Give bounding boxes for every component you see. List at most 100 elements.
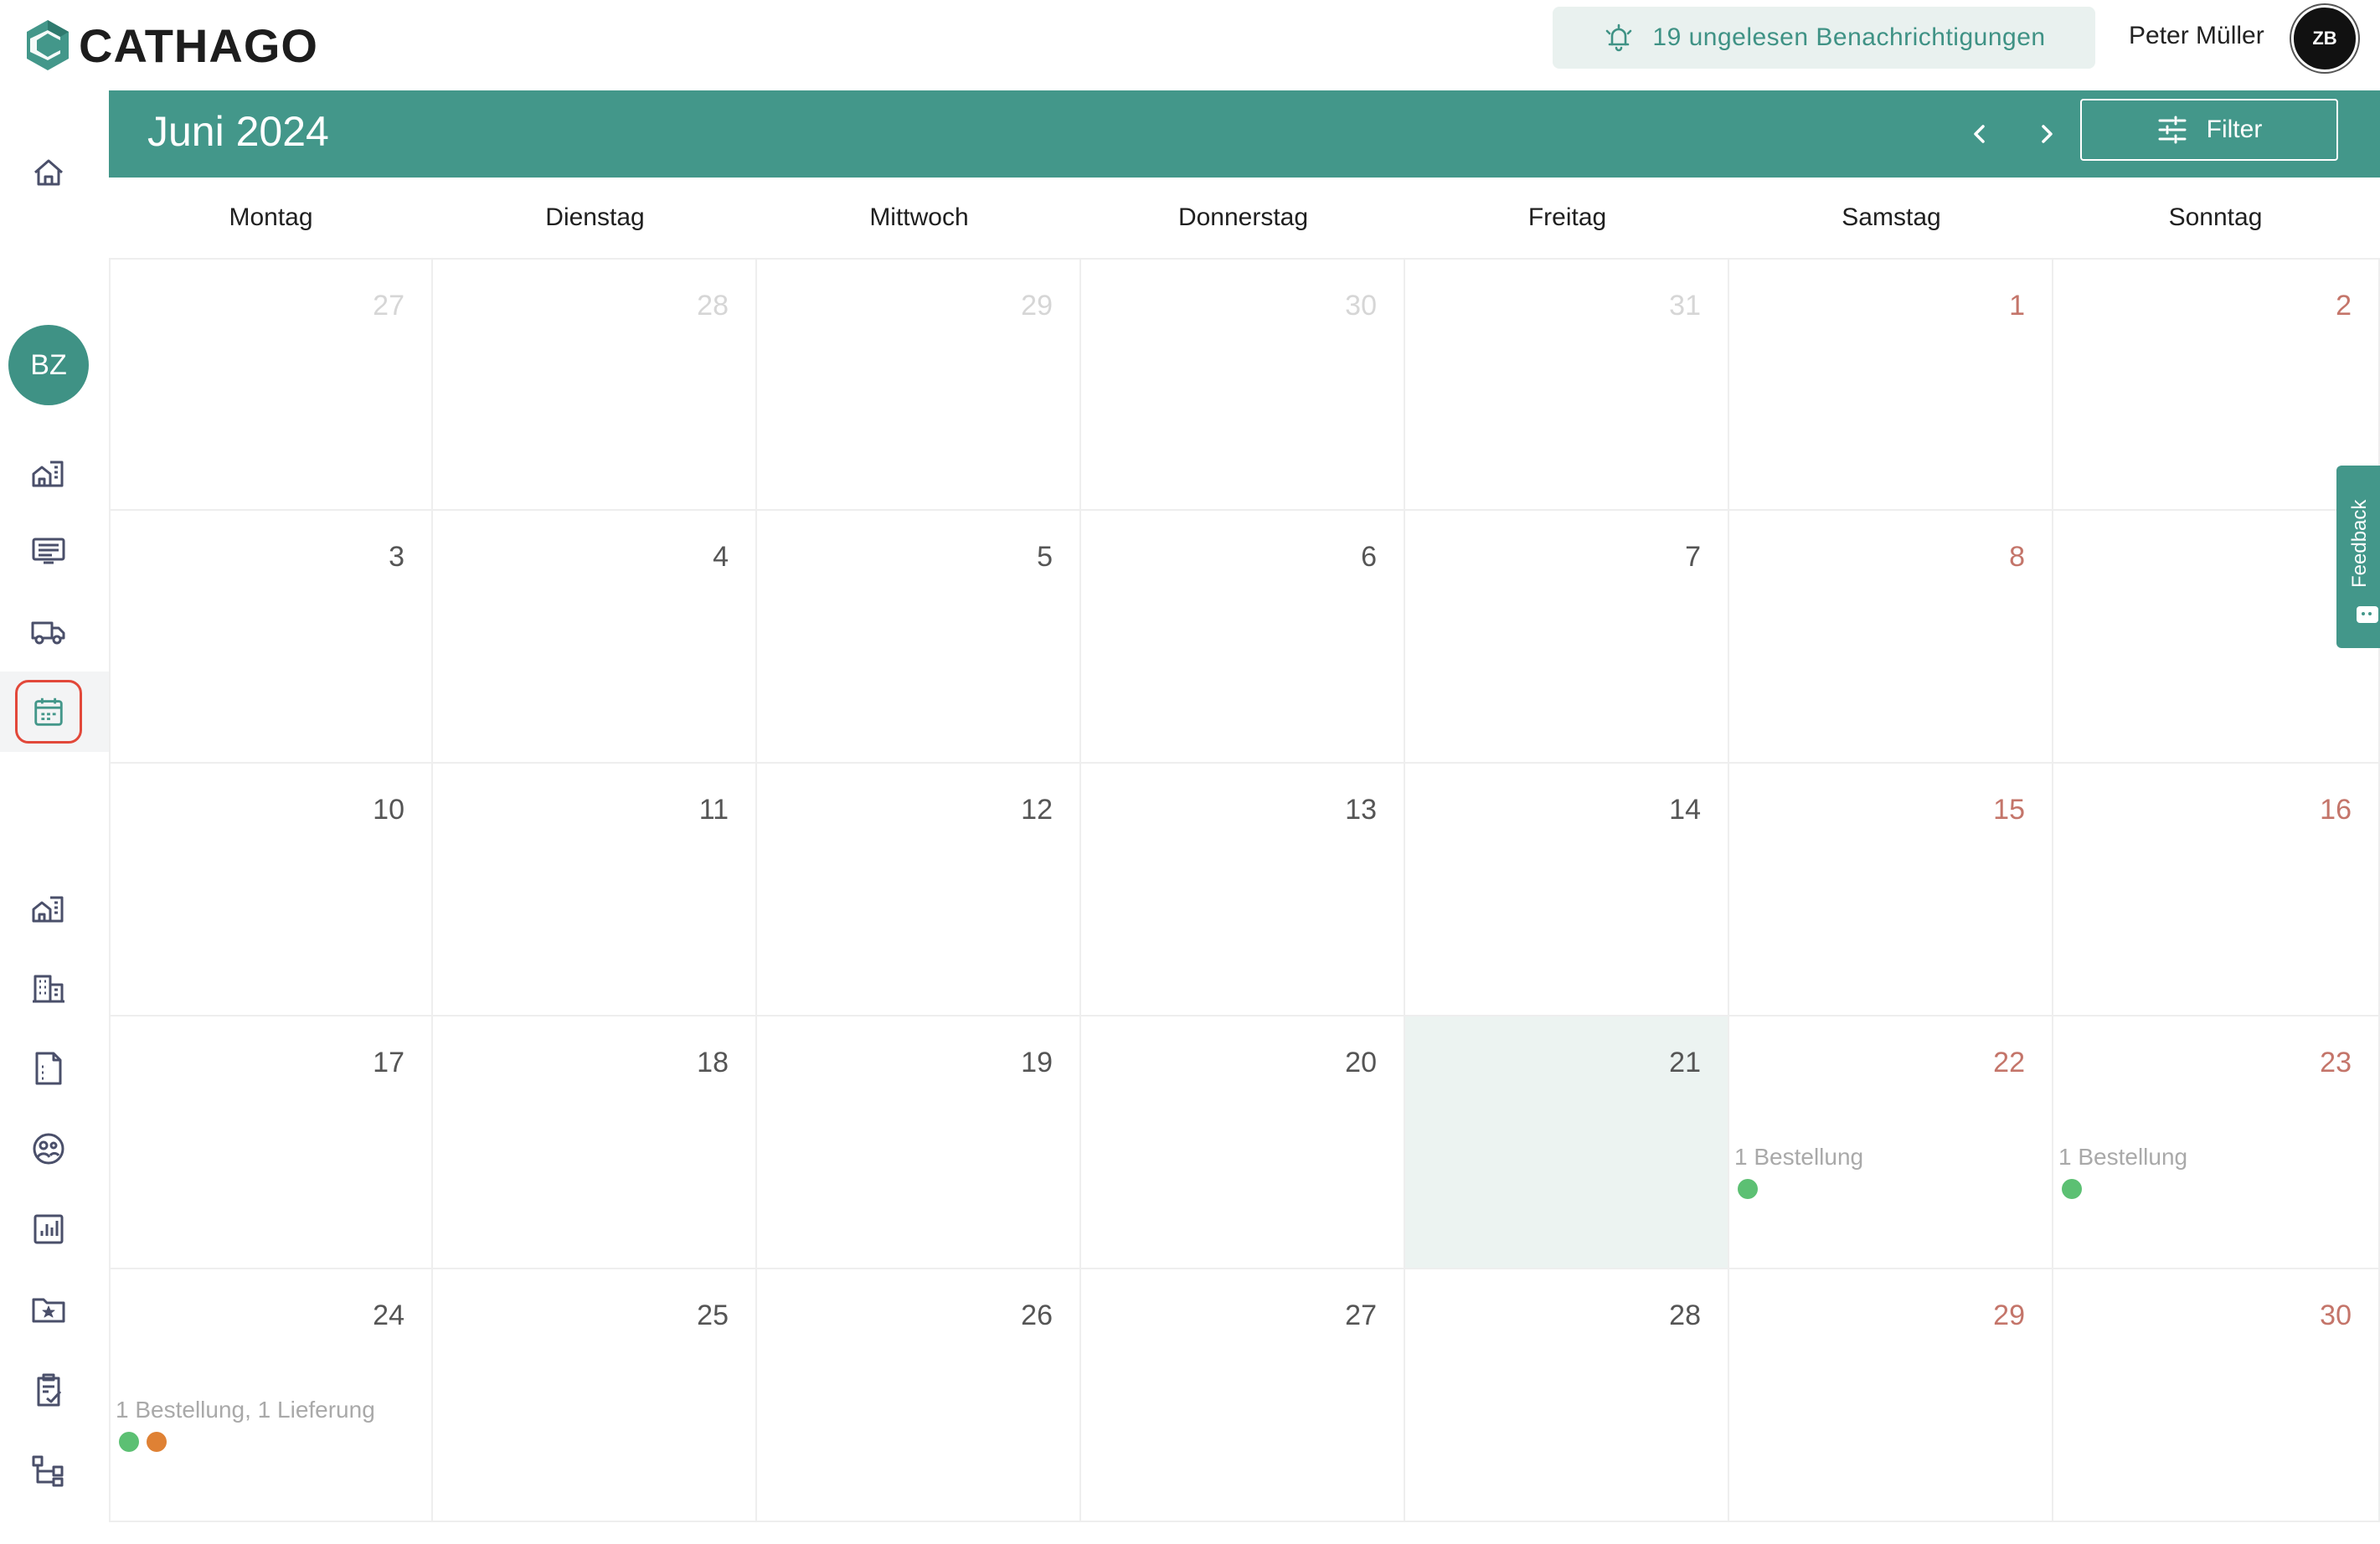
sidebar-item-list-screen[interactable] [25,528,72,574]
calendar-day-cell[interactable]: 16 [2053,764,2380,1016]
clipboard-check-icon [37,1373,62,1407]
notifications-button[interactable]: 19 ungelesen Benachrichtigungen [1553,7,2095,69]
calendar-day-cell[interactable]: 22 1 Bestellung [1729,1016,2053,1269]
sidebar-item-reports[interactable] [25,1206,72,1253]
calendar-day-cell[interactable]: 12 [757,764,1081,1016]
calendar-day-cell[interactable]: 31 [1405,258,1729,511]
day-number: 23 [2320,1047,2352,1078]
calendar-day-cell[interactable]: 20 [1081,1016,1405,1269]
calendar-day-cell[interactable]: 18 [433,1016,757,1269]
day-number: 31 [1669,290,1701,322]
day-number: 20 [1345,1047,1377,1078]
calendar-day-cell[interactable]: 24 1 Bestellung, 1 Lieferung [109,1269,433,1522]
calendar-icon [34,697,63,726]
calendar-day-cell[interactable]: 15 [1729,764,2053,1016]
calendar-day-cell[interactable]: 29 [757,258,1081,511]
sidebar-item-home[interactable] [25,149,72,196]
document-icon [35,1052,62,1085]
order-dot[interactable] [2062,1179,2082,1199]
app-logo[interactable]: CATHAGO [25,10,318,80]
calendar-day-cell[interactable]: 30 [1081,258,1405,511]
day-number: 21 [1669,1047,1701,1078]
sidebar-item-users[interactable] [25,1125,72,1172]
sidebar-item-buildings[interactable] [25,449,72,496]
weekday-label: Dienstag [545,203,645,231]
day-number: 24 [373,1300,404,1331]
day-number: 1 [2009,290,2025,322]
chat-icon [2357,606,2378,623]
user-avatar[interactable]: ZB [2291,5,2358,72]
office-building-icon [33,975,64,1003]
sidebar-item-tasks[interactable] [25,1366,72,1413]
star-folder-icon [32,1298,65,1323]
day-number: 28 [697,290,729,322]
calendar-month-grid: 2728293031123456789101112131415161718192… [109,258,2380,1524]
calendar-day-cell[interactable]: 9 [2053,511,2380,764]
sidebar-item-properties[interactable] [25,884,72,931]
day-number: 4 [713,541,729,573]
calendar-day-cell[interactable]: 3 [109,511,433,764]
order-dot[interactable] [1738,1179,1758,1199]
user-settings-icon [33,1133,64,1165]
day-number: 2 [2336,290,2352,322]
user-name[interactable]: Peter Müller [2129,22,2264,50]
previous-month-button[interactable] [1958,112,2001,156]
day-number: 29 [1021,290,1053,322]
calendar-day-cell[interactable]: 26 [757,1269,1081,1522]
day-number: 8 [2009,541,2025,573]
calendar-day-cell[interactable]: 6 [1081,511,1405,764]
sidebar: BZ [0,90,109,1544]
weekday-header-row: Montag Dienstag Mittwoch Donnerstag Frei… [109,178,2380,258]
calendar-day-cell[interactable]: 19 [757,1016,1081,1269]
order-dot[interactable] [119,1432,139,1452]
day-number: 3 [389,541,404,573]
calendar-day-cell[interactable]: 29 [1729,1269,2053,1522]
calendar-day-cell[interactable]: 4 [433,511,757,764]
calendar-day-cell[interactable]: 1 [1729,258,2053,511]
sidebar-item-office[interactable] [25,965,72,1011]
day-events-summary[interactable]: 1 Bestellung, 1 Lieferung [116,1397,375,1423]
calendar-day-cell[interactable]: 10 [109,764,433,1016]
month-title: Juni 2024 [147,108,329,155]
calendar-day-cell[interactable]: 28 [433,258,757,511]
filter-button[interactable]: Filter [2080,99,2338,161]
sidebar-item-calendar[interactable] [15,680,82,744]
hierarchy-icon [32,1455,64,1487]
next-month-button[interactable] [2025,112,2068,156]
day-events-summary[interactable]: 1 Bestellung [1734,1144,1863,1171]
day-number: 5 [1037,541,1053,573]
chevron-right-icon [2042,125,2053,143]
sidebar-item-documents[interactable] [25,1045,72,1092]
event-indicator-dots [2062,1179,2089,1199]
calendar-day-cell[interactable]: 27 [109,258,433,511]
calendar-day-cell[interactable]: 17 [109,1016,433,1269]
feedback-tab[interactable]: Feedback [2336,466,2380,648]
calendar-day-cell[interactable]: 5 [757,511,1081,764]
weekday-label: Montag [229,203,313,231]
calendar-day-cell-today[interactable]: 21 [1405,1016,1729,1269]
calendar-day-cell[interactable]: 2 [2053,258,2380,511]
calendar-day-cell[interactable]: 25 [433,1269,757,1522]
day-number: 29 [1993,1300,2025,1331]
day-number: 30 [1345,290,1377,322]
top-bar: CATHAGO 19 ungelesen Benachrichtigungen … [0,0,2380,90]
weekday-label: Donnerstag [1177,203,1309,231]
day-number: 7 [1685,541,1701,573]
weekday-label: Mittwoch [869,203,969,231]
calendar-day-cell[interactable]: 28 [1405,1269,1729,1522]
calendar-day-cell[interactable]: 14 [1405,764,1729,1016]
calendar-day-cell[interactable]: 23 1 Bestellung [2053,1016,2380,1269]
calendar-day-cell[interactable]: 27 [1081,1269,1405,1522]
delivery-dot[interactable] [147,1432,167,1452]
calendar-day-cell[interactable]: 30 [2053,1269,2380,1522]
notifications-label: 19 ungelesen Benachrichtigungen [1652,23,2046,51]
calendar-day-cell[interactable]: 11 [433,764,757,1016]
org-badge[interactable]: BZ [8,325,89,405]
sidebar-item-delivery[interactable] [25,608,72,655]
day-events-summary[interactable]: 1 Bestellung [2058,1144,2187,1171]
calendar-day-cell[interactable]: 7 [1405,511,1729,764]
sidebar-item-favorites[interactable] [25,1286,72,1333]
calendar-day-cell[interactable]: 13 [1081,764,1405,1016]
sidebar-item-structure[interactable] [25,1447,72,1494]
calendar-day-cell[interactable]: 8 [1729,511,2053,764]
